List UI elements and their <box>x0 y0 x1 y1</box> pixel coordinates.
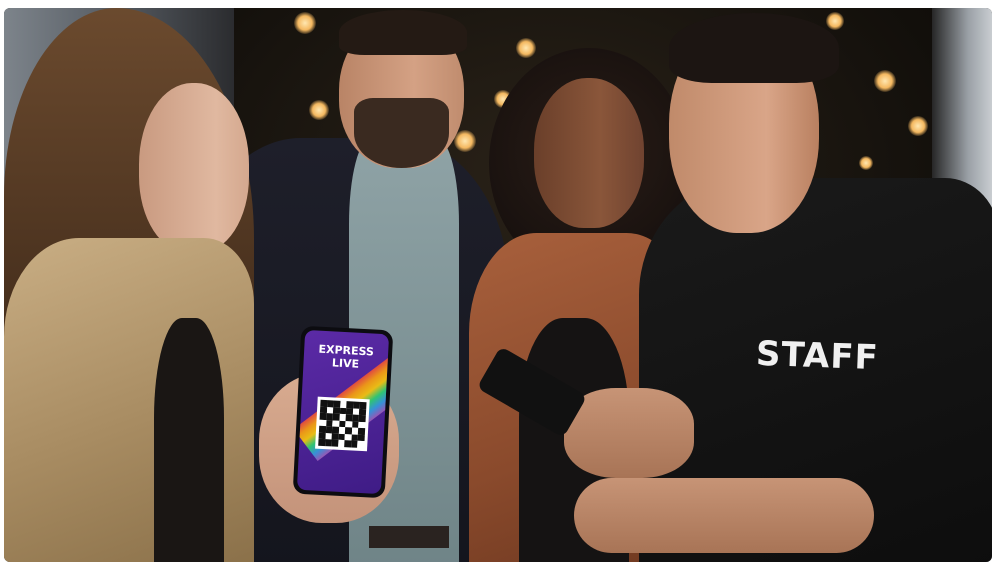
event-brand: EXPRESS LIVE <box>303 342 388 372</box>
person-woman-left <box>4 8 992 562</box>
qr-pattern <box>318 399 367 449</box>
ticket-phone: EXPRESS LIVE <box>292 325 394 499</box>
qr-code-icon <box>315 396 370 452</box>
face <box>139 83 249 253</box>
photo-frame: STAFF EXPRESS LIVE <box>4 8 992 562</box>
phone-screen: EXPRESS LIVE <box>296 329 390 495</box>
black-top <box>154 318 224 562</box>
